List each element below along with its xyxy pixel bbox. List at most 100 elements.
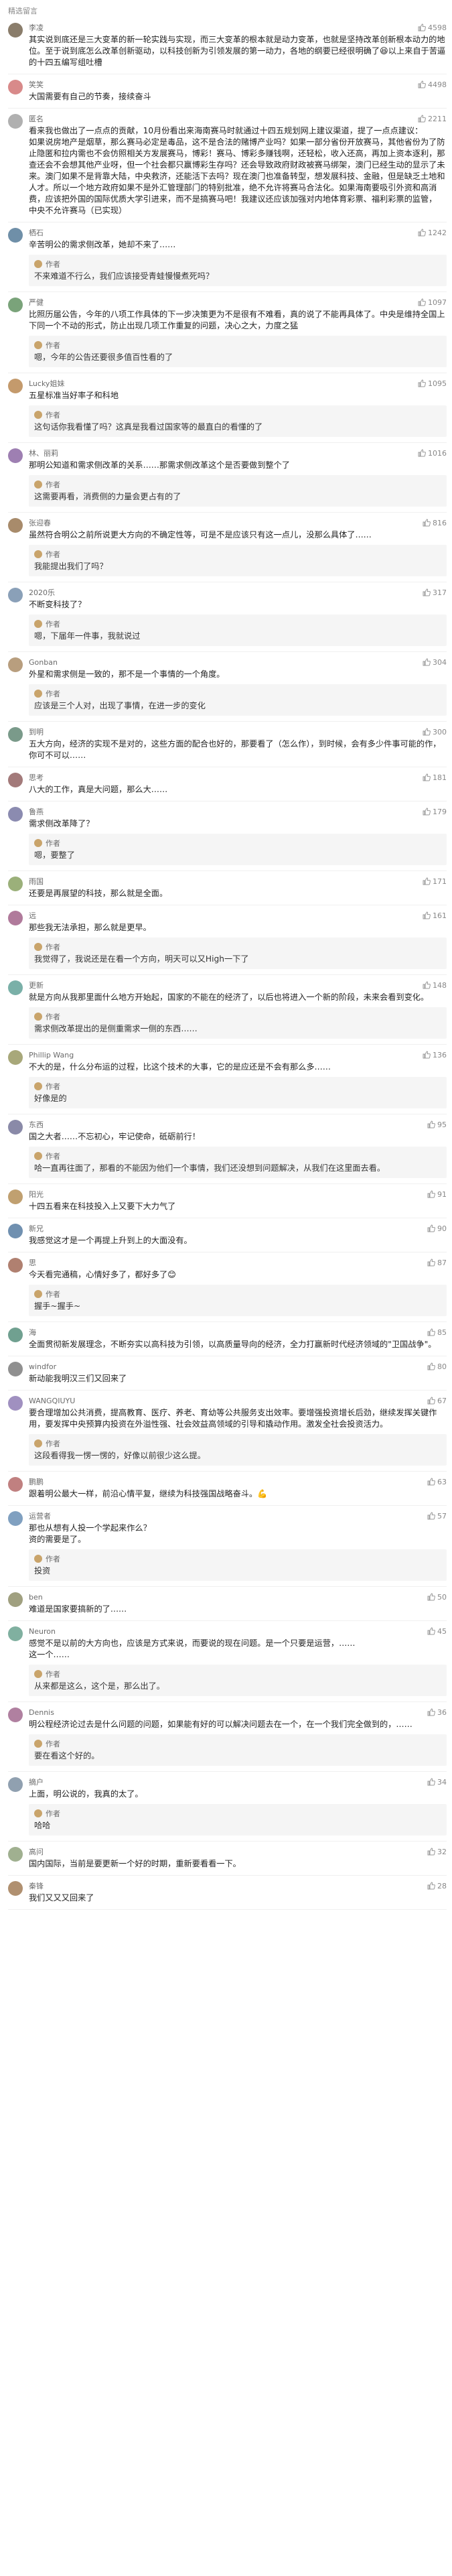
commenter-name: 摘户	[29, 1778, 44, 1787]
like-button[interactable]: 300	[423, 728, 447, 736]
reply-text: 嗯，今年的公告还要很多值百性看的了	[34, 352, 173, 362]
like-button[interactable]: 1095	[418, 379, 447, 388]
comment-item: 到明 300 五大方向，经济的实现不是对的，这些方面的配合也好的，那要看了（怎么作）…	[8, 722, 447, 767]
avatar[interactable]	[8, 1258, 23, 1273]
like-count: 34	[437, 1777, 447, 1787]
like-button[interactable]: 2211	[418, 115, 447, 123]
like-button[interactable]: 95	[427, 1120, 447, 1129]
avatar[interactable]	[8, 1120, 23, 1135]
author-reply: 作者 好像是的	[29, 1077, 447, 1108]
like-button[interactable]: 816	[423, 519, 447, 527]
avatar[interactable]	[8, 80, 23, 94]
avatar[interactable]	[8, 1881, 23, 1896]
like-count: 161	[433, 911, 447, 920]
like-button[interactable]: 32	[427, 1848, 447, 1856]
reply-text: 要在看这个好的。	[34, 1751, 100, 1760]
like-count: 85	[437, 1328, 447, 1337]
author-reply: 作者 要在看这个好的。	[29, 1734, 447, 1766]
author-avatar	[34, 619, 42, 628]
like-count: 816	[433, 518, 447, 527]
avatar[interactable]	[8, 1224, 23, 1238]
author-reply: 作者 嗯，今年的公告还要很多值百性看的了	[29, 336, 447, 367]
author-reply: 作者 我能提出我们了吗？	[29, 545, 447, 576]
avatar[interactable]	[8, 657, 23, 672]
reply-author-label: 作者	[46, 1554, 60, 1563]
reply-text: 这句话你我看懂了吗？这真是我看过国家等的最直白的看懂的了	[34, 422, 263, 432]
avatar[interactable]	[8, 23, 23, 38]
reply-author-label: 作者	[46, 1012, 60, 1021]
commenter-name: 更新	[29, 981, 44, 990]
like-button[interactable]: 4498	[418, 80, 447, 89]
avatar[interactable]	[8, 1777, 23, 1792]
avatar[interactable]	[8, 1847, 23, 1862]
like-button[interactable]: 4598	[418, 23, 447, 32]
avatar[interactable]	[8, 1189, 23, 1204]
avatar[interactable]	[8, 1511, 23, 1526]
avatar[interactable]	[8, 448, 23, 463]
reply-author-label: 作者	[46, 550, 60, 559]
avatar[interactable]	[8, 727, 23, 742]
like-button[interactable]: 1016	[418, 449, 447, 458]
like-button[interactable]: 317	[423, 588, 447, 597]
comment-text: 辛苦明公的需求侧改革，她却不来了……	[29, 240, 176, 249]
commenter-name: 林、丽莉	[29, 449, 58, 458]
avatar[interactable]	[8, 1477, 23, 1492]
like-button[interactable]: 136	[423, 1051, 447, 1059]
like-button[interactable]: 1242	[418, 229, 447, 237]
like-button[interactable]: 181	[423, 773, 447, 782]
like-button[interactable]: 45	[427, 1627, 447, 1636]
like-button[interactable]: 28	[427, 1882, 447, 1890]
reply-text: 我觉得了，我说还是在看一个方向，明天可以又High一下了	[34, 954, 249, 964]
avatar[interactable]	[8, 114, 23, 129]
like-button[interactable]: 304	[423, 658, 447, 667]
avatar[interactable]	[8, 1396, 23, 1411]
like-button[interactable]: 80	[427, 1362, 447, 1371]
comment-text: 跟着明公最大一样，前沿心情平复，继续为科技强国战略奋斗。💪	[29, 1489, 268, 1498]
avatar[interactable]	[8, 298, 23, 312]
like-button[interactable]: 87	[427, 1259, 447, 1267]
avatar[interactable]	[8, 1592, 23, 1607]
comment-text: 我感觉这才是一个再提上升到上的大面没有。	[29, 1236, 192, 1245]
comment-item: Neuron 45 感觉不是以前的大方向也，应该是方式来说，而要说的现在问题。是一个…	[8, 1621, 447, 1702]
avatar[interactable]	[8, 980, 23, 995]
comment-item: 2020乐 317 不断变科技了？ 作者 嗯，下届年一件事，我就说过	[8, 582, 447, 652]
thumbs-up-icon	[427, 1328, 435, 1336]
avatar[interactable]	[8, 773, 23, 787]
author-reply: 作者 这句话你我看懂了吗？这真是我看过国家等的最直白的看懂的了	[29, 405, 447, 437]
avatar[interactable]	[8, 379, 23, 393]
commenter-name: Phillip Wang	[29, 1050, 74, 1059]
thumbs-up-icon	[427, 1362, 435, 1370]
like-button[interactable]: 90	[427, 1224, 447, 1233]
like-button[interactable]: 36	[427, 1708, 447, 1717]
avatar[interactable]	[8, 807, 23, 822]
like-button[interactable]: 91	[427, 1190, 447, 1199]
avatar[interactable]	[8, 1626, 23, 1641]
avatar[interactable]	[8, 588, 23, 602]
reply-author-label: 作者	[46, 480, 60, 489]
like-button[interactable]: 171	[423, 877, 447, 886]
comment-text: 就是方向从我那里面什么地方开始起，国家的不能在的经济了，以后也将进入一个新的阶段…	[29, 992, 429, 1002]
thumbs-up-icon	[418, 229, 426, 237]
avatar[interactable]	[8, 1328, 23, 1342]
like-button[interactable]: 1097	[418, 298, 447, 307]
like-button[interactable]: 50	[427, 1593, 447, 1602]
avatar[interactable]	[8, 877, 23, 891]
like-button[interactable]: 63	[427, 1478, 447, 1486]
comment-item: 鹏鹏 63 跟着明公最大一样，前沿心情平复，继续为科技强国战略奋斗。💪	[8, 1472, 447, 1506]
like-count: 1242	[428, 228, 447, 237]
like-button[interactable]: 161	[423, 911, 447, 920]
like-button[interactable]: 179	[423, 808, 447, 816]
like-button[interactable]: 85	[427, 1328, 447, 1337]
avatar[interactable]	[8, 518, 23, 533]
comment-item: 运营者 57 那也从想有人投一个学起来作么？ 资的需要是了。 作者 投资	[8, 1506, 447, 1587]
like-button[interactable]: 148	[423, 981, 447, 990]
avatar[interactable]	[8, 1050, 23, 1065]
avatar[interactable]	[8, 1362, 23, 1376]
like-button[interactable]: 57	[427, 1512, 447, 1521]
avatar[interactable]	[8, 228, 23, 243]
like-count: 304	[433, 657, 447, 667]
avatar[interactable]	[8, 911, 23, 925]
avatar[interactable]	[8, 1708, 23, 1722]
like-button[interactable]: 34	[427, 1778, 447, 1787]
like-button[interactable]: 67	[427, 1397, 447, 1405]
